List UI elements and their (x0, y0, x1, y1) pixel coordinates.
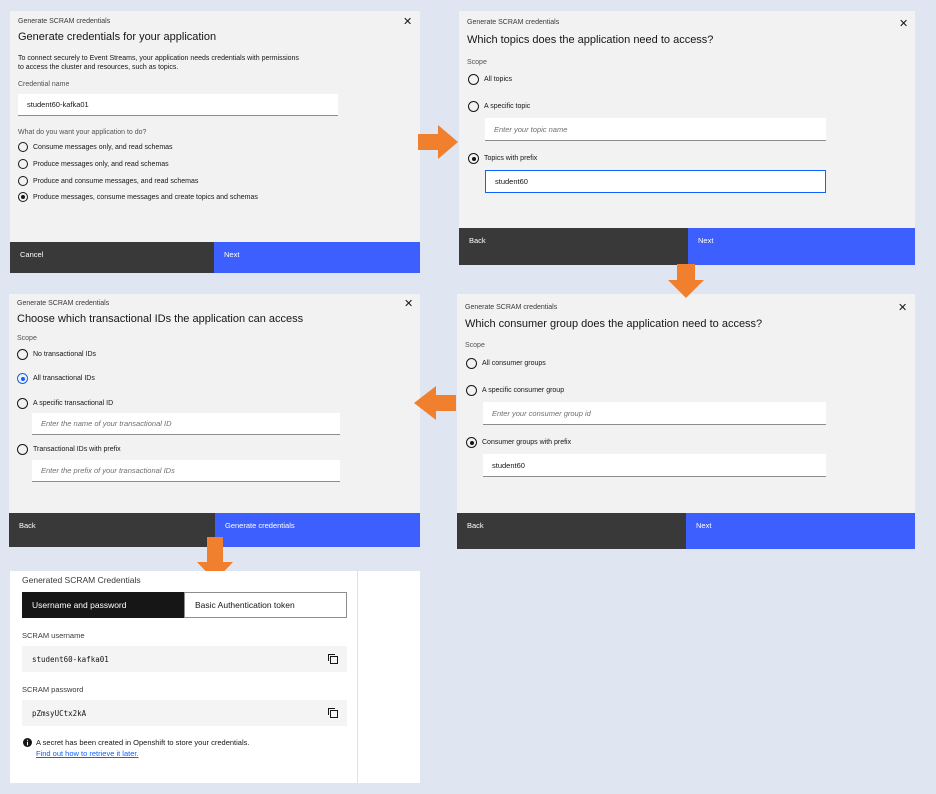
radio-button[interactable] (468, 74, 479, 85)
radio-button[interactable] (18, 159, 28, 169)
close-icon[interactable]: ✕ (404, 299, 413, 310)
option-label: Consumer groups with prefix (482, 439, 572, 446)
notice-text: A secret has been created in Openshift t… (36, 738, 250, 747)
radio-button-selected[interactable] (17, 373, 28, 384)
panel-topics-access: Generate SCRAM credentials Which topics … (459, 11, 915, 265)
back-button[interactable]: Back (9, 513, 215, 547)
radio-button-selected[interactable] (18, 192, 28, 202)
question-label: What do you want your application to do? (18, 129, 147, 136)
arrow-right-icon (418, 125, 458, 159)
credential-name-input[interactable]: student60-kafka01 (18, 94, 338, 116)
cancel-button[interactable]: Cancel (10, 242, 214, 273)
modal-small-title: Generate SCRAM credentials (18, 18, 111, 25)
next-button[interactable]: Next (686, 513, 915, 549)
back-button[interactable]: Back (457, 513, 686, 549)
radio-button[interactable] (466, 385, 477, 396)
consumer-group-prefix-input[interactable]: student60 (483, 454, 826, 477)
password-field[interactable]: pZmsyUCtx2kA (22, 700, 347, 726)
radio-button-selected[interactable] (466, 437, 477, 448)
panel-generate-credentials: Generate SCRAM credentials Generate cred… (10, 11, 420, 273)
panel-transactional-ids: Generate SCRAM credentials Choose which … (9, 294, 420, 547)
option-consume-only[interactable]: Consume messages only, and read schemas (18, 142, 173, 152)
option-topics-prefix[interactable]: Topics with prefix (468, 153, 537, 164)
option-specific-topic[interactable]: A specific topic (468, 101, 530, 112)
radio-button[interactable] (468, 101, 479, 112)
copy-icon[interactable] (328, 654, 338, 664)
info-icon (23, 738, 32, 747)
option-label: A specific consumer group (482, 387, 565, 394)
option-label: Produce and consume messages, and read s… (33, 177, 199, 185)
option-produce-only[interactable]: Produce messages only, and read schemas (18, 159, 169, 169)
panel-consumer-groups: Generate SCRAM credentials Which consume… (457, 294, 915, 549)
radio-button[interactable] (18, 176, 28, 186)
option-transactional-prefix[interactable]: Transactional IDs with prefix (17, 444, 121, 455)
option-no-transactional-ids[interactable]: No transactional IDs (17, 349, 96, 360)
next-button[interactable]: Next (214, 242, 420, 273)
option-label: Produce messages, consume messages and c… (33, 193, 258, 201)
close-icon[interactable]: ✕ (899, 19, 908, 30)
close-icon[interactable]: ✕ (898, 303, 907, 314)
credential-name-label: Credential name (18, 81, 70, 88)
option-produce-consume-create[interactable]: Produce messages, consume messages and c… (18, 192, 258, 202)
modal-title: Which consumer group does the applicatio… (465, 318, 763, 330)
scope-label: Scope (467, 59, 487, 66)
password-label: SCRAM password (22, 685, 84, 694)
topic-prefix-input[interactable]: student60 (485, 170, 826, 193)
modal-title: Which topics does the application need t… (467, 34, 714, 46)
radio-button[interactable] (466, 358, 477, 369)
option-consumer-groups-prefix[interactable]: Consumer groups with prefix (466, 437, 571, 448)
panel-generated-credentials: Generated SCRAM Credentials Username and… (10, 571, 420, 783)
panel-title: Generated SCRAM Credentials (22, 575, 141, 585)
description-line-2: to access the cluster and resources, suc… (18, 64, 179, 71)
back-button[interactable]: Back (459, 228, 688, 265)
username-field[interactable]: student60-kafka01 (22, 646, 347, 672)
modal-small-title: Generate SCRAM credentials (465, 304, 558, 311)
arrow-left-icon (414, 386, 456, 420)
username-label: SCRAM username (22, 631, 85, 640)
radio-button-selected[interactable] (468, 153, 479, 164)
option-label: No transactional IDs (33, 351, 97, 358)
option-specific-consumer-group[interactable]: A specific consumer group (466, 385, 564, 396)
modal-small-title: Generate SCRAM credentials (467, 19, 560, 26)
copy-icon[interactable] (328, 708, 338, 718)
option-label: A specific topic (484, 103, 531, 110)
transactional-id-input[interactable]: Enter the name of your transactional ID (32, 413, 340, 435)
scope-label: Scope (17, 335, 37, 342)
next-button[interactable]: Next (688, 228, 915, 265)
arrow-down-icon (668, 264, 704, 298)
radio-button[interactable] (17, 444, 28, 455)
option-label: A specific transactional ID (33, 400, 114, 407)
option-all-transactional-ids[interactable]: All transactional IDs (17, 373, 95, 384)
consumer-group-input[interactable]: Enter your consumer group id (483, 402, 826, 425)
option-label: Transactional IDs with prefix (33, 446, 121, 453)
tab-basic-auth-token[interactable]: Basic Authentication token (184, 592, 347, 618)
option-specific-transactional-id[interactable]: A specific transactional ID (17, 398, 113, 409)
option-label: All topics (484, 76, 513, 83)
radio-button[interactable] (18, 142, 28, 152)
option-all-consumer-groups[interactable]: All consumer groups (466, 358, 546, 369)
divider (357, 571, 358, 783)
option-label: Consume messages only, and read schemas (33, 143, 173, 151)
option-all-topics[interactable]: All topics (468, 74, 512, 85)
generate-credentials-button[interactable]: Generate credentials (215, 513, 420, 547)
close-icon[interactable]: ✕ (403, 17, 412, 28)
option-label: Produce messages only, and read schemas (33, 160, 169, 168)
option-label: All consumer groups (482, 360, 546, 367)
option-produce-consume[interactable]: Produce and consume messages, and read s… (18, 176, 198, 186)
radio-button[interactable] (17, 398, 28, 409)
scope-label: Scope (465, 342, 485, 349)
transactional-prefix-input[interactable]: Enter the prefix of your transactional I… (32, 460, 340, 482)
description-line-1: To connect securely to Event Streams, yo… (18, 55, 299, 62)
modal-small-title: Generate SCRAM credentials (17, 300, 110, 307)
option-label: Topics with prefix (484, 155, 538, 162)
radio-button[interactable] (17, 349, 28, 360)
modal-title: Choose which transactional IDs the appli… (17, 313, 304, 325)
modal-title: Generate credentials for your applicatio… (18, 31, 217, 43)
option-label: All transactional IDs (33, 375, 95, 382)
topic-name-input[interactable]: Enter your topic name (485, 118, 826, 141)
tab-username-password[interactable]: Username and password (22, 592, 184, 618)
retrieve-secret-link[interactable]: Find out how to retrieve it later. (36, 749, 139, 758)
